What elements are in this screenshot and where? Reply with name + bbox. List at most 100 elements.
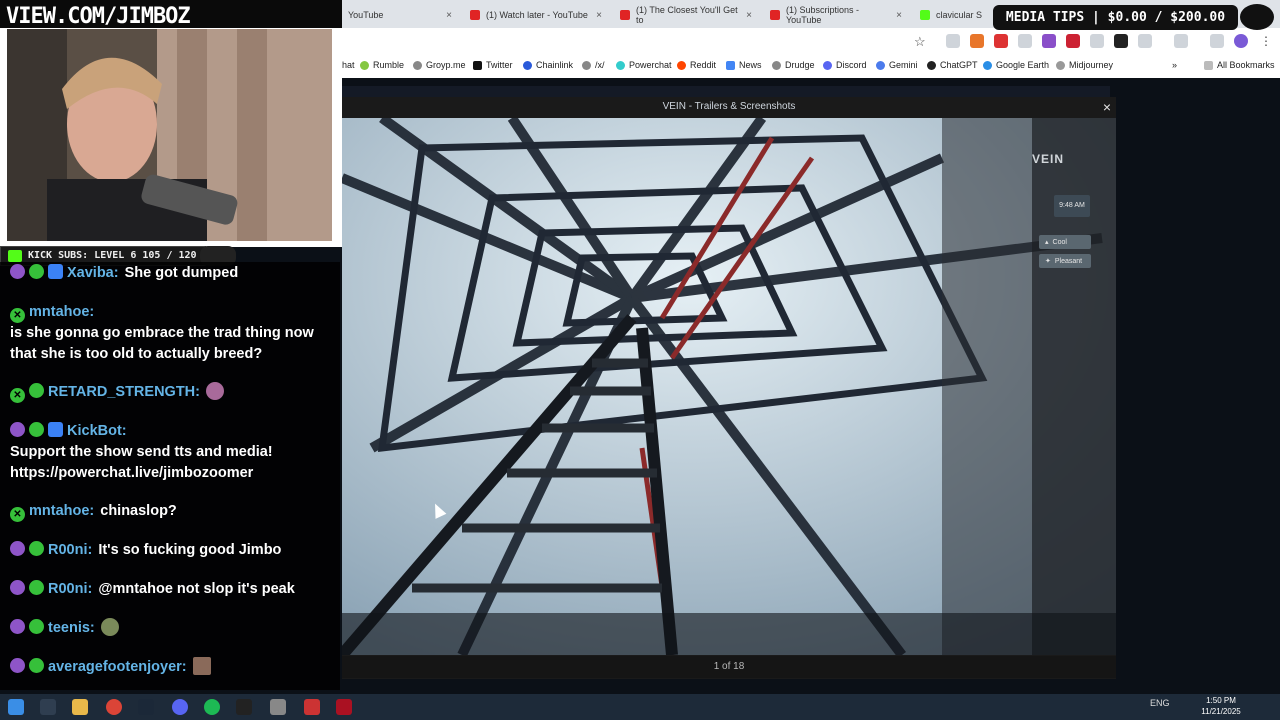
close-tab-icon[interactable]: × [446,10,452,21]
emote-icon [100,618,119,636]
task-view-icon[interactable] [40,699,56,715]
bookmark-powerchat[interactable]: Powerchat [616,60,672,70]
app-icon[interactable] [304,699,320,715]
bookmark-gemini[interactable]: Gemini [876,60,918,70]
subscriber-badge-icon [10,422,25,437]
language-indicator[interactable]: ENG [1150,698,1170,708]
moderator-badge-icon [29,658,44,673]
kebab-menu-icon[interactable]: ⋮ [1260,34,1272,48]
webcam-feed [7,29,332,241]
bookmark-chainlink[interactable]: Chainlink [523,60,573,70]
extension-icon[interactable] [994,34,1008,48]
spotify-icon[interactable] [204,699,220,715]
menu-icon[interactable] [1210,34,1224,48]
app-icon[interactable] [336,699,352,715]
chrome-icon[interactable] [106,699,122,715]
sidepanel-icon[interactable] [1174,34,1188,48]
metamask-icon[interactable] [970,34,984,48]
extension-icon[interactable] [946,34,960,48]
extension-icon[interactable] [1018,34,1032,48]
chat-username[interactable]: mntahoe: [29,503,94,519]
clock-time: 1:50 PM [1206,696,1236,705]
close-icon[interactable]: × [1098,97,1116,117]
extension-icon[interactable] [1042,34,1056,48]
chat-message: KickBot: Support the show send tts and m… [10,421,330,484]
close-tab-icon[interactable]: × [896,10,902,21]
bookmark-twitter[interactable]: Twitter [473,60,513,70]
extension-icon[interactable] [1066,34,1080,48]
tab-closest[interactable]: (1) The Closest You'll Get to × [612,4,760,26]
extension-icon[interactable] [1090,34,1104,48]
chat-username[interactable]: averagefootenjoyer: [48,659,187,675]
subscriber-badge-icon [10,541,25,556]
bookmark-discord[interactable]: Discord [823,60,867,70]
gemini-icon [876,60,885,70]
bookmark-x[interactable]: /x/ [582,60,605,70]
bookmark-google-earth[interactable]: Google Earth [983,60,1049,70]
tab-youtube[interactable]: YouTube × [340,4,460,26]
bookmark-label: ChatGPT [940,60,978,70]
tab-subscriptions[interactable]: (1) Subscriptions - YouTube × [762,4,910,26]
badge-icon: ✕ [10,308,25,323]
chat-message: ✕ mntahoe: chinaslop? [10,501,330,522]
tab-watch-later[interactable]: (1) Watch later - YouTube × [462,4,610,26]
x-extension-icon[interactable] [1114,34,1128,48]
close-tab-icon[interactable]: × [746,10,752,21]
close-tab-icon[interactable]: × [596,10,602,21]
bookmark-label: Groyp.me [426,60,466,70]
bookmark-midjourney[interactable]: Midjourney [1056,60,1113,70]
subscriber-badge-icon [10,264,25,279]
kick-icon [920,10,930,20]
taskbar-clock[interactable]: 1:50 PM 11/21/2025 [1196,695,1246,717]
stream-chat: Xaviba: She got dumped ✕ mntahoe: is she g… [0,262,340,690]
groyp-icon [413,60,422,70]
bookmark[interactable]: hat [342,60,355,70]
windows-taskbar [0,694,1280,720]
tab-label: YouTube [348,10,384,20]
puzzle-icon[interactable] [1138,34,1152,48]
bookmark-chatgpt[interactable]: ChatGPT [927,60,978,70]
chat-username[interactable]: Xaviba: [67,265,119,281]
subscriber-badge-icon [10,580,25,595]
bookmark-label: Rumble [373,60,405,70]
chat-username[interactable]: R00ni: [48,542,92,558]
chat-username[interactable]: RETARD_STRENGTH: [48,384,200,400]
more-bookmarks-icon[interactable]: » [1172,60,1177,70]
bookmark-reddit[interactable]: Reddit [677,60,716,70]
moderator-badge-icon [29,383,44,398]
all-bookmarks-button[interactable]: All Bookmarks [1204,60,1275,70]
chat-username[interactable]: mntahoe: [29,304,94,320]
tab-kick[interactable]: clavicular S [912,4,992,26]
badge-icon: ✕ [10,507,25,522]
tab-label: clavicular S [936,10,983,20]
bookmark-label: Twitter [486,60,513,70]
game-screenshot[interactable] [342,118,1116,655]
bookmark-groyp[interactable]: Groyp.me [413,60,466,70]
app-icon[interactable] [236,699,252,715]
windows-start-icon[interactable] [8,699,24,715]
chip-label: Cool [1052,238,1067,246]
discord-icon[interactable] [172,699,188,715]
avatar[interactable] [1234,34,1248,48]
powerchat-icon [616,60,625,70]
bookmark-label: hat [342,60,355,70]
verified-badge-icon [48,422,63,437]
app-icon[interactable] [270,699,286,715]
bookmark-drudge[interactable]: Drudge [772,60,815,70]
chat-username[interactable]: KickBot: [67,423,127,439]
badge-icon [29,619,44,634]
game-logo: VEIN [1032,152,1065,166]
file-explorer-icon[interactable] [72,699,88,715]
media-tips-banner: MEDIA TIPS | $0.00 / $200.00 [993,5,1238,30]
chat-username[interactable]: R00ni: [48,581,92,597]
moderator-badge-icon [29,422,44,437]
star-icon[interactable]: ☆ [914,34,926,50]
bookmark-label: News [739,60,762,70]
discord-icon [823,60,832,70]
bookmark-rumble[interactable]: Rumble [360,60,404,70]
bookmark-news[interactable]: News [726,60,762,70]
chat-username[interactable]: teenis: [48,620,95,636]
chainlink-icon [523,60,532,70]
verified-badge-icon [48,264,63,279]
steam-icon[interactable] [138,699,154,715]
